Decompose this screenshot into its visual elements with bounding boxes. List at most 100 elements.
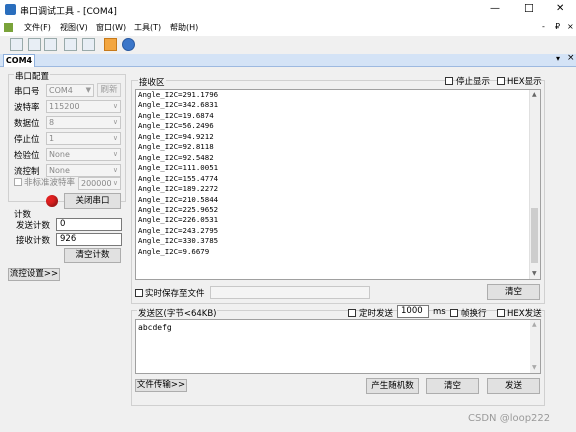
stop-bits-value: 1	[49, 134, 55, 143]
receive-line: Angle_I2C=94.9212	[138, 131, 214, 141]
split-icon[interactable]	[28, 38, 41, 51]
mdi-restore-button[interactable]: ₽	[555, 22, 560, 31]
doc-icon[interactable]	[82, 38, 95, 51]
scroll-up-icon[interactable]: ▲	[532, 321, 537, 328]
interval-input[interactable]: 1000	[397, 305, 429, 318]
parity-value: None	[49, 150, 70, 159]
menu-bar: 文件(F) 视图(V) 窗口(W) 工具(T) 帮助(H) - ₽ ×	[0, 20, 576, 36]
nonstandard-baud-checkbox[interactable]	[14, 178, 22, 186]
send-content: abcdefg	[138, 323, 172, 332]
clear-receive-button[interactable]: 清空	[487, 284, 540, 300]
receive-title: 接收区	[138, 76, 166, 88]
newline-label: 帧换行	[461, 309, 487, 319]
stop-display-checkbox[interactable]	[445, 77, 453, 85]
port-label: 串口号	[14, 87, 40, 97]
receive-textarea[interactable]: Angle_I2C=291.1796 Angle_I2C=342.6831 Angl…	[135, 89, 541, 280]
scroll-up-icon[interactable]: ▲	[532, 91, 537, 98]
receive-line: Angle_I2C=111.0051	[138, 163, 219, 173]
window-title: 串口调试工具 - [COM4]	[20, 7, 117, 17]
sent-count-label: 发送计数	[16, 221, 51, 231]
chevron-down-icon: ∨	[112, 102, 118, 110]
flow-settings-button[interactable]: 流控设置>>	[8, 268, 60, 281]
chevron-down-icon: ▼	[85, 86, 91, 94]
stop-bits-select[interactable]: 1 ∨	[46, 132, 121, 145]
menu-view[interactable]: 视图(V)	[60, 22, 88, 33]
menu-file[interactable]: 文件(F)	[24, 22, 51, 33]
port-status-icon	[46, 195, 58, 207]
help-icon[interactable]	[122, 38, 135, 51]
chevron-down-icon: ∨	[112, 118, 118, 126]
menu-help[interactable]: 帮助(H)	[170, 22, 198, 33]
hex-display-checkbox[interactable]	[497, 77, 505, 85]
image-icon[interactable]	[64, 38, 77, 51]
watermark: CSDN @loop222	[468, 413, 551, 424]
tab-close-icon[interactable]: ×	[567, 53, 575, 63]
parity-select[interactable]: None ∨	[46, 148, 121, 161]
receive-line: Angle_I2C=92.8118	[138, 142, 214, 152]
window-icon[interactable]	[10, 38, 23, 51]
mdi-minimize-button[interactable]: -	[542, 22, 545, 31]
refresh-button[interactable]: 刷新	[97, 83, 121, 97]
chevron-down-icon: ∨	[112, 150, 118, 158]
receive-line: Angle_I2C=19.6874	[138, 110, 214, 120]
app-icon	[5, 4, 16, 15]
send-button[interactable]: 发送	[487, 378, 540, 394]
panels-icon[interactable]	[44, 38, 57, 51]
title-bar: 串口调试工具 - [COM4] — ☐ ✕	[0, 0, 576, 21]
tab-menu-icon[interactable]: ▾	[556, 54, 560, 63]
menu-tools[interactable]: 工具(T)	[134, 22, 161, 33]
receive-line: Angle_I2C=92.5482	[138, 152, 214, 162]
data-bits-select[interactable]: 8 ∨	[46, 116, 121, 129]
port-value: COM4	[49, 86, 73, 95]
random-number-button[interactable]: 产生随机数	[366, 378, 419, 394]
mdi-close-button[interactable]: ×	[567, 22, 574, 31]
receive-line: Angle_I2C=226.0531	[138, 215, 219, 225]
receive-scrollbar[interactable]: ▲ ▼	[529, 90, 540, 279]
recv-count-label: 接收计数	[16, 236, 51, 246]
hex-display-label: HEX显示	[507, 77, 542, 87]
baud-label: 波特率	[14, 103, 40, 113]
scroll-down-icon[interactable]: ▼	[532, 270, 537, 277]
minimize-button[interactable]: —	[490, 3, 500, 14]
upload-icon[interactable]	[104, 38, 117, 51]
send-scrollbar[interactable]: ▲ ▼	[530, 320, 540, 373]
baud-select[interactable]: 115200 ∨	[46, 100, 121, 113]
scroll-thumb[interactable]	[531, 208, 538, 263]
chevron-down-icon: ∨	[112, 179, 118, 187]
receive-line: Angle_I2C=291.1796	[138, 90, 219, 99]
receive-line: Angle_I2C=243.2795	[138, 225, 219, 235]
timed-send-checkbox[interactable]	[348, 309, 356, 317]
chevron-down-icon: ∨	[112, 134, 118, 142]
menu-window[interactable]: 窗口(W)	[96, 22, 126, 33]
serial-config-title: 串口配置	[14, 70, 51, 82]
parity-label: 检验位	[14, 151, 40, 161]
hex-send-label: HEX发送	[507, 309, 542, 319]
clear-send-button[interactable]: 清空	[426, 378, 479, 394]
save-path-field[interactable]	[210, 286, 370, 299]
maximize-button[interactable]: ☐	[524, 2, 534, 15]
tab-com4[interactable]: COM4	[3, 54, 35, 67]
stop-display-label: 停止显示	[456, 77, 491, 87]
nonstandard-baud-select[interactable]: 200000 ∨	[78, 177, 121, 190]
send-textarea[interactable]: abcdefg ▲ ▼	[135, 319, 541, 374]
receive-line: Angle_I2C=225.9652	[138, 204, 219, 214]
recv-count-field: 926	[56, 233, 122, 246]
nonstandard-baud-value: 200000	[81, 179, 112, 188]
chevron-down-icon: ∨	[112, 166, 118, 174]
receive-line: Angle_I2C=189.2272	[138, 184, 219, 194]
hex-send-checkbox[interactable]	[497, 309, 505, 317]
receive-line: Angle_I2C=342.6831	[138, 100, 219, 110]
receive-line: Angle_I2C=56.2496	[138, 121, 214, 131]
receive-line: Angle_I2C=155.4774	[138, 173, 219, 183]
file-transfer-button[interactable]: 文件传输>>	[135, 379, 187, 392]
sent-count-field: 0	[56, 218, 122, 231]
close-port-button[interactable]: 关闭串口	[64, 193, 121, 209]
close-window-button[interactable]: ✕	[556, 3, 564, 14]
stop-bits-label: 停止位	[14, 135, 40, 145]
port-select[interactable]: COM4 ▼	[46, 84, 94, 97]
clear-count-button[interactable]: 清空计数	[64, 248, 121, 263]
nonstandard-baud-label: 非标准波特率	[24, 178, 76, 188]
scroll-down-icon[interactable]: ▼	[532, 364, 537, 371]
realtime-save-checkbox[interactable]	[135, 289, 143, 297]
newline-checkbox[interactable]	[450, 309, 458, 317]
